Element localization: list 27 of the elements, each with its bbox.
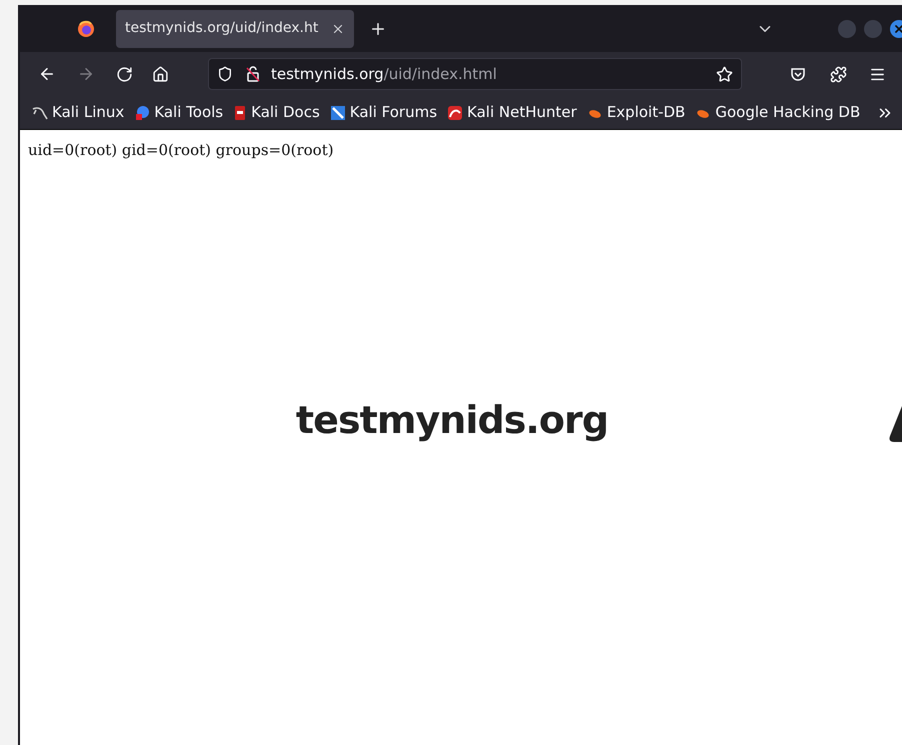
bookmark-link[interactable]: Kali NetHunter: [467, 101, 577, 124]
star-icon[interactable]: [716, 66, 733, 82]
home-icon[interactable]: [152, 66, 169, 82]
book-icon: [233, 104, 248, 120]
cone-icon: [888, 406, 902, 442]
globe-icon: [134, 104, 150, 120]
page-heading: testmynids.org: [296, 396, 608, 444]
bookmark-link[interactable]: Google Hacking DB: [715, 101, 860, 124]
bookmark-link[interactable]: Kali Tools: [154, 101, 224, 124]
bookmark-link[interactable]: Kali Forums: [350, 101, 438, 124]
extensions-icon[interactable]: [830, 66, 847, 82]
back-icon[interactable]: [38, 65, 56, 83]
shield-icon[interactable]: [217, 66, 233, 82]
command-output: uid=0(root) gid=0(root) groups=0(root): [28, 140, 335, 161]
bookmark-link[interactable]: Kali Linux: [52, 101, 124, 124]
reload-icon[interactable]: [116, 66, 133, 82]
crossed-lock-icon[interactable]: [245, 66, 261, 82]
forum-icon: [330, 104, 346, 120]
browser-tab[interactable]: testmynids.org/uid/index.ht: [116, 10, 354, 48]
url-text: testmynids.org/uid/index.html: [271, 64, 498, 85]
address-bar[interactable]: testmynids.org/uid/index.html: [208, 58, 742, 90]
pocket-icon[interactable]: [790, 66, 806, 82]
forward-icon: [77, 65, 95, 83]
bookmark-link[interactable]: Kali Docs: [251, 101, 320, 124]
close-icon: [893, 22, 902, 34]
firefox-logo-icon[interactable]: [77, 20, 95, 38]
bookmark-link[interactable]: Exploit-DB: [606, 101, 686, 124]
